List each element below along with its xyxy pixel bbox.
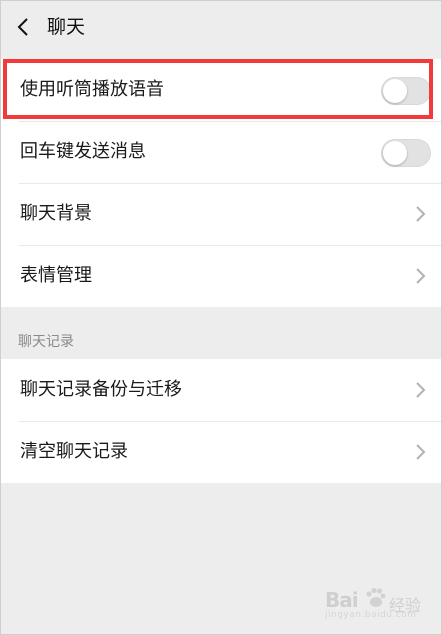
page-title: 聊天 (47, 16, 86, 38)
section-header-chat-history: 聊天记录 (18, 334, 74, 350)
setting-row-earpiece-playback[interactable]: 使用听筒播放语音 (1, 59, 441, 121)
watermark-brand: Bai (325, 588, 359, 612)
setting-row-sticker-management[interactable]: 表情管理 (1, 245, 441, 307)
watermark-url: jingyan.baidu.com (325, 610, 417, 620)
chevron-right-icon (415, 381, 427, 399)
toggle-knob (383, 79, 407, 103)
watermark: Bai 经验 jingyan.baidu.com (319, 582, 429, 622)
setting-label: 回车键发送消息 (20, 141, 146, 162)
chat-history-group: 聊天记录备份与迁移 清空聊天记录 (1, 359, 441, 483)
chat-settings-group: 使用听筒播放语音 回车键发送消息 聊天背景 表情管理 (1, 59, 441, 307)
back-button[interactable] (13, 16, 35, 38)
earpiece-playback-toggle[interactable] (381, 77, 431, 105)
toggle-knob (383, 141, 407, 165)
chevron-right-icon (415, 267, 427, 285)
setting-label: 表情管理 (20, 265, 92, 286)
header: 聊天 (1, 1, 441, 51)
setting-row-clear-history[interactable]: 清空聊天记录 (1, 421, 441, 483)
paw-icon (366, 587, 386, 607)
settings-screen: 聊天 使用听筒播放语音 回车键发送消息 聊天背景 表情管理 聊天记录 聊天记录备… (0, 0, 442, 635)
chevron-left-icon (17, 18, 28, 36)
setting-row-chat-background[interactable]: 聊天背景 (1, 183, 441, 245)
setting-label: 使用听筒播放语音 (20, 79, 164, 100)
chevron-right-icon (415, 443, 427, 461)
setting-label: 聊天记录备份与迁移 (20, 379, 182, 400)
setting-label: 聊天背景 (20, 203, 92, 224)
setting-row-enter-to-send[interactable]: 回车键发送消息 (1, 121, 441, 183)
chevron-right-icon (415, 205, 427, 223)
enter-to-send-toggle[interactable] (381, 139, 431, 167)
setting-label: 清空聊天记录 (20, 441, 128, 462)
setting-row-backup-migrate[interactable]: 聊天记录备份与迁移 (1, 359, 441, 421)
